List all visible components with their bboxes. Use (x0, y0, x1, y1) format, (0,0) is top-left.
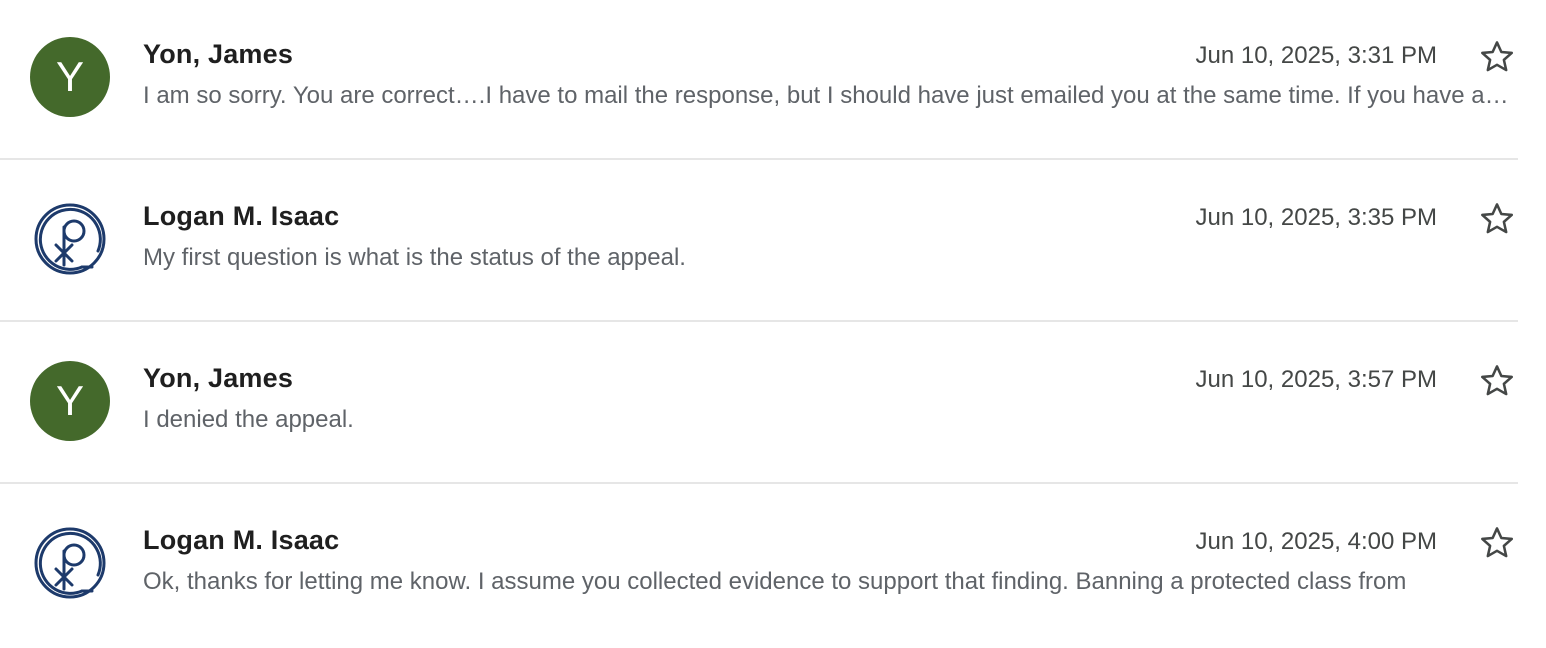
message-date: Jun 10, 2025, 4:00 PM (1195, 528, 1438, 555)
message-snippet[interactable]: I denied the appeal. (143, 406, 1515, 434)
divider (0, 482, 1518, 484)
chi-rho-logo-icon (34, 203, 106, 275)
divider (0, 320, 1518, 322)
star-icon[interactable] (1478, 524, 1516, 562)
star-icon[interactable] (1478, 362, 1516, 400)
avatar[interactable] (30, 199, 110, 279)
message-date: Jun 10, 2025, 3:31 PM (1195, 42, 1438, 69)
sender-name[interactable]: Logan M. Isaac (143, 525, 339, 556)
message-snippet[interactable]: Ok, thanks for letting me know. I assume… (143, 568, 1515, 596)
sender-name[interactable]: Yon, James (143, 363, 293, 394)
message-row[interactable]: Y Yon, James Jun 10, 2025, 3:31 PM I am … (0, 0, 1546, 162)
avatar[interactable]: Y (30, 361, 110, 441)
avatar[interactable] (30, 523, 110, 603)
sender-name[interactable]: Logan M. Isaac (143, 201, 339, 232)
star-icon[interactable] (1478, 38, 1516, 76)
message-row[interactable]: Y Yon, James Jun 10, 2025, 3:57 PM I den… (0, 324, 1546, 486)
message-snippet[interactable]: My first question is what is the status … (143, 244, 1515, 272)
message-row[interactable]: Logan M. Isaac Jun 10, 2025, 3:35 PM My … (0, 162, 1546, 324)
sender-name[interactable]: Yon, James (143, 39, 293, 70)
star-icon[interactable] (1478, 200, 1516, 238)
message-row[interactable]: Logan M. Isaac Jun 10, 2025, 4:00 PM Ok,… (0, 486, 1546, 648)
message-snippet[interactable]: I am so sorry. You are correct….I have t… (143, 82, 1515, 110)
chi-rho-logo-icon (34, 527, 106, 599)
email-thread: Y Yon, James Jun 10, 2025, 3:31 PM I am … (0, 0, 1546, 640)
message-date: Jun 10, 2025, 3:35 PM (1195, 204, 1438, 231)
avatar[interactable]: Y (30, 37, 110, 117)
message-date: Jun 10, 2025, 3:57 PM (1195, 366, 1438, 393)
divider (0, 158, 1518, 160)
